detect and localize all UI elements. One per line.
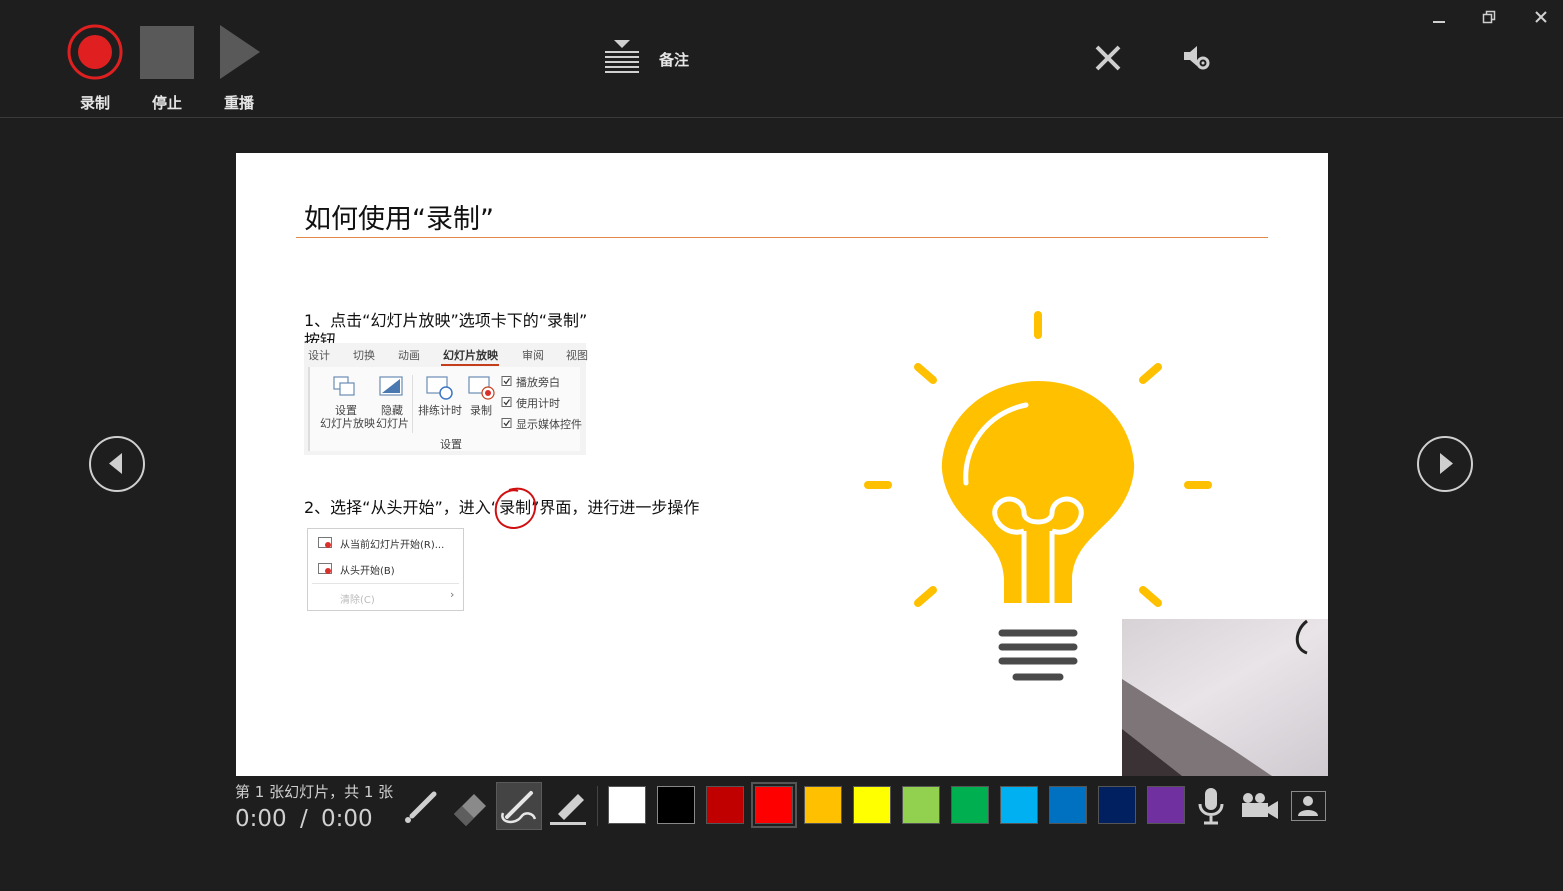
restore-button[interactable] xyxy=(1474,4,1504,30)
notes-icon xyxy=(605,40,639,73)
replay-label: 重播 xyxy=(223,94,254,112)
checkbox-column xyxy=(501,376,512,428)
notes-label: 备注 xyxy=(659,51,690,69)
next-slide-button[interactable] xyxy=(1417,436,1473,492)
ribbon-tab: 设计 xyxy=(308,349,330,362)
chevron-left-icon xyxy=(109,453,122,474)
color-swatch[interactable] xyxy=(1049,786,1087,824)
eraser-button[interactable] xyxy=(448,784,492,828)
slideshow-icon xyxy=(318,563,332,574)
previous-slide-button[interactable] xyxy=(89,436,145,492)
chevron-right-icon: › xyxy=(450,588,455,601)
record-icon xyxy=(67,24,123,80)
slide-canvas: 如何使用“录制” 1、点击“幻灯片放映”选项卡下的“录制” 按钮 设计 切换 动… xyxy=(236,153,1328,776)
setup-slideshow-icon xyxy=(333,376,355,396)
color-swatch[interactable] xyxy=(902,786,940,824)
slideshow-icon xyxy=(318,537,332,548)
window-close-button[interactable] xyxy=(1526,4,1556,30)
color-swatch[interactable] xyxy=(751,782,797,828)
color-swatch[interactable] xyxy=(706,786,744,824)
menu-screenshot: 从当前幻灯片开始(R)... 从头开始(B) 清除(C) › xyxy=(307,528,464,611)
title-rule xyxy=(296,237,1268,238)
laser-pointer-icon xyxy=(405,791,437,823)
color-swatch[interactable] xyxy=(853,786,891,824)
stop-icon xyxy=(140,26,194,79)
ribbon-group-label: 设置 xyxy=(440,438,462,451)
camera-preview-toggle-button[interactable] xyxy=(1291,791,1326,821)
minimize-button[interactable] xyxy=(1424,4,1454,30)
record-slideshow-icon xyxy=(468,376,495,400)
stop-label: 停止 xyxy=(151,94,182,112)
close-icon xyxy=(1095,45,1121,71)
color-swatch[interactable] xyxy=(951,786,989,824)
camera-preview xyxy=(1122,619,1328,776)
step1-text: 1、点击“幻灯片放映”选项卡下的“录制” xyxy=(304,311,588,330)
close-icon xyxy=(1535,11,1547,23)
replay-button[interactable] xyxy=(204,24,274,84)
color-swatch[interactable] xyxy=(1147,786,1185,824)
ribbon-tab: 审阅 xyxy=(522,349,544,362)
highlighter-icon xyxy=(550,794,586,825)
red-ink-circle xyxy=(494,487,537,529)
video-camera-icon xyxy=(1242,793,1278,819)
eraser-icon xyxy=(454,794,486,826)
ribbon-tab: 动画 xyxy=(398,349,420,362)
recording-timer: 0:00 / 0:00 xyxy=(235,806,373,832)
ribbon-tab: 视图 xyxy=(566,349,588,362)
slide-counter: 第 1 张幻灯片，共 1 张 xyxy=(235,783,394,801)
speaker-settings-icon xyxy=(1184,46,1210,70)
time-elapsed: 0:00 xyxy=(235,806,287,832)
notes-button[interactable]: 备注 xyxy=(600,38,710,78)
audio-settings-button[interactable] xyxy=(1178,40,1214,76)
highlighter-button[interactable] xyxy=(546,784,590,828)
ribbon-tab: 切换 xyxy=(353,349,375,362)
checkbox-label: 播放旁白 xyxy=(516,376,560,389)
color-swatch[interactable] xyxy=(608,786,646,824)
person-icon xyxy=(1298,796,1318,816)
play-icon xyxy=(220,25,260,79)
color-swatch[interactable] xyxy=(657,786,695,824)
restore-icon xyxy=(1482,10,1496,24)
color-swatch[interactable] xyxy=(804,786,842,824)
pen-icon xyxy=(501,791,537,824)
record-button[interactable] xyxy=(60,24,130,84)
minimize-icon xyxy=(1433,21,1445,23)
rehearse-timings-icon xyxy=(426,376,453,400)
checkbox-label: 显示媒体控件 xyxy=(516,418,582,431)
toolbar-divider xyxy=(597,786,598,826)
microphone-icon xyxy=(1198,788,1224,825)
step2-text: 2、选择“从头开始”，进入“录制 ”界面，进行进一步操作 xyxy=(304,487,699,529)
camera-feed xyxy=(1122,619,1308,776)
record-label: 录制 xyxy=(79,94,110,112)
camera-button[interactable] xyxy=(1240,790,1280,822)
chevron-right-icon xyxy=(1440,453,1453,474)
circled-record-text: 录制 xyxy=(494,487,537,529)
time-total: 0:00 xyxy=(321,806,373,832)
microphone-button[interactable] xyxy=(1196,786,1226,826)
recording-toolbar: 录制 停止 重播 备注 xyxy=(0,0,1563,118)
checkbox-label: 使用计时 xyxy=(516,397,560,410)
stop-button[interactable] xyxy=(132,24,202,84)
hide-slide-icon xyxy=(379,376,403,396)
slide-title: 如何使用“录制” xyxy=(304,204,494,235)
ribbon-tab-active: 幻灯片放映 xyxy=(443,349,498,362)
pen-button[interactable] xyxy=(496,782,542,830)
color-swatch[interactable] xyxy=(1098,786,1136,824)
color-swatch[interactable] xyxy=(1000,786,1038,824)
clear-recording-button[interactable] xyxy=(1090,40,1126,76)
time-separator: / xyxy=(299,806,308,832)
laser-pointer-button[interactable] xyxy=(400,784,444,828)
